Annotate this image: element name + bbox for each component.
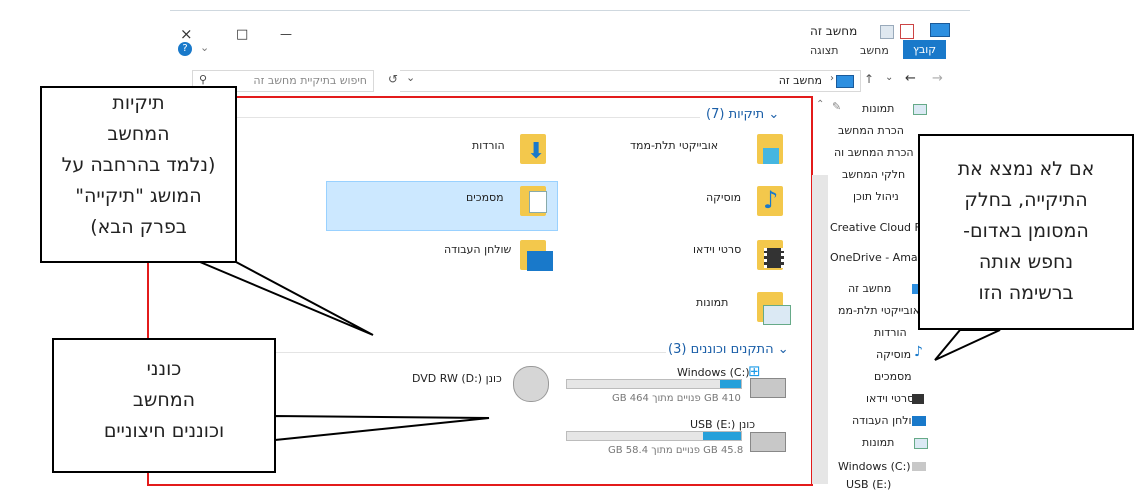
nav-callout: אם לא נמצא את התיקייה, בחלק המסומן באדום… bbox=[918, 134, 1134, 330]
callout-line: וכוננים חיצוניים bbox=[103, 420, 225, 442]
callout-line: ברשימה הזו bbox=[978, 282, 1074, 304]
drives-callout-pointer bbox=[274, 414, 490, 442]
folders-callout: תיקיות המחשב (נלמד בהרחבה על המושג "תיקי… bbox=[40, 86, 237, 263]
folders-callout-pointer bbox=[199, 261, 374, 336]
callout-line: אם לא נמצא את bbox=[957, 158, 1095, 180]
callout-line: התיקייה, בחלק bbox=[964, 189, 1088, 211]
drives-callout: כונני המחשב וכוננים חיצוניים bbox=[52, 338, 276, 473]
callout-line: המחשב bbox=[132, 389, 196, 411]
callout-line: בפרק הבא) bbox=[90, 216, 187, 238]
callout-line: המחשב bbox=[107, 123, 170, 145]
callout-line: כונני bbox=[146, 358, 182, 380]
callout-line: נחפש אותה bbox=[978, 251, 1074, 273]
callout-line: תיקיות bbox=[112, 92, 165, 114]
callout-line: המסומן באדום- bbox=[963, 220, 1089, 242]
nav-callout-pointer bbox=[934, 329, 1001, 361]
callout-line: המושג "תיקייה" bbox=[75, 185, 202, 207]
callout-line: (נלמד בהרחבה על bbox=[61, 154, 216, 176]
